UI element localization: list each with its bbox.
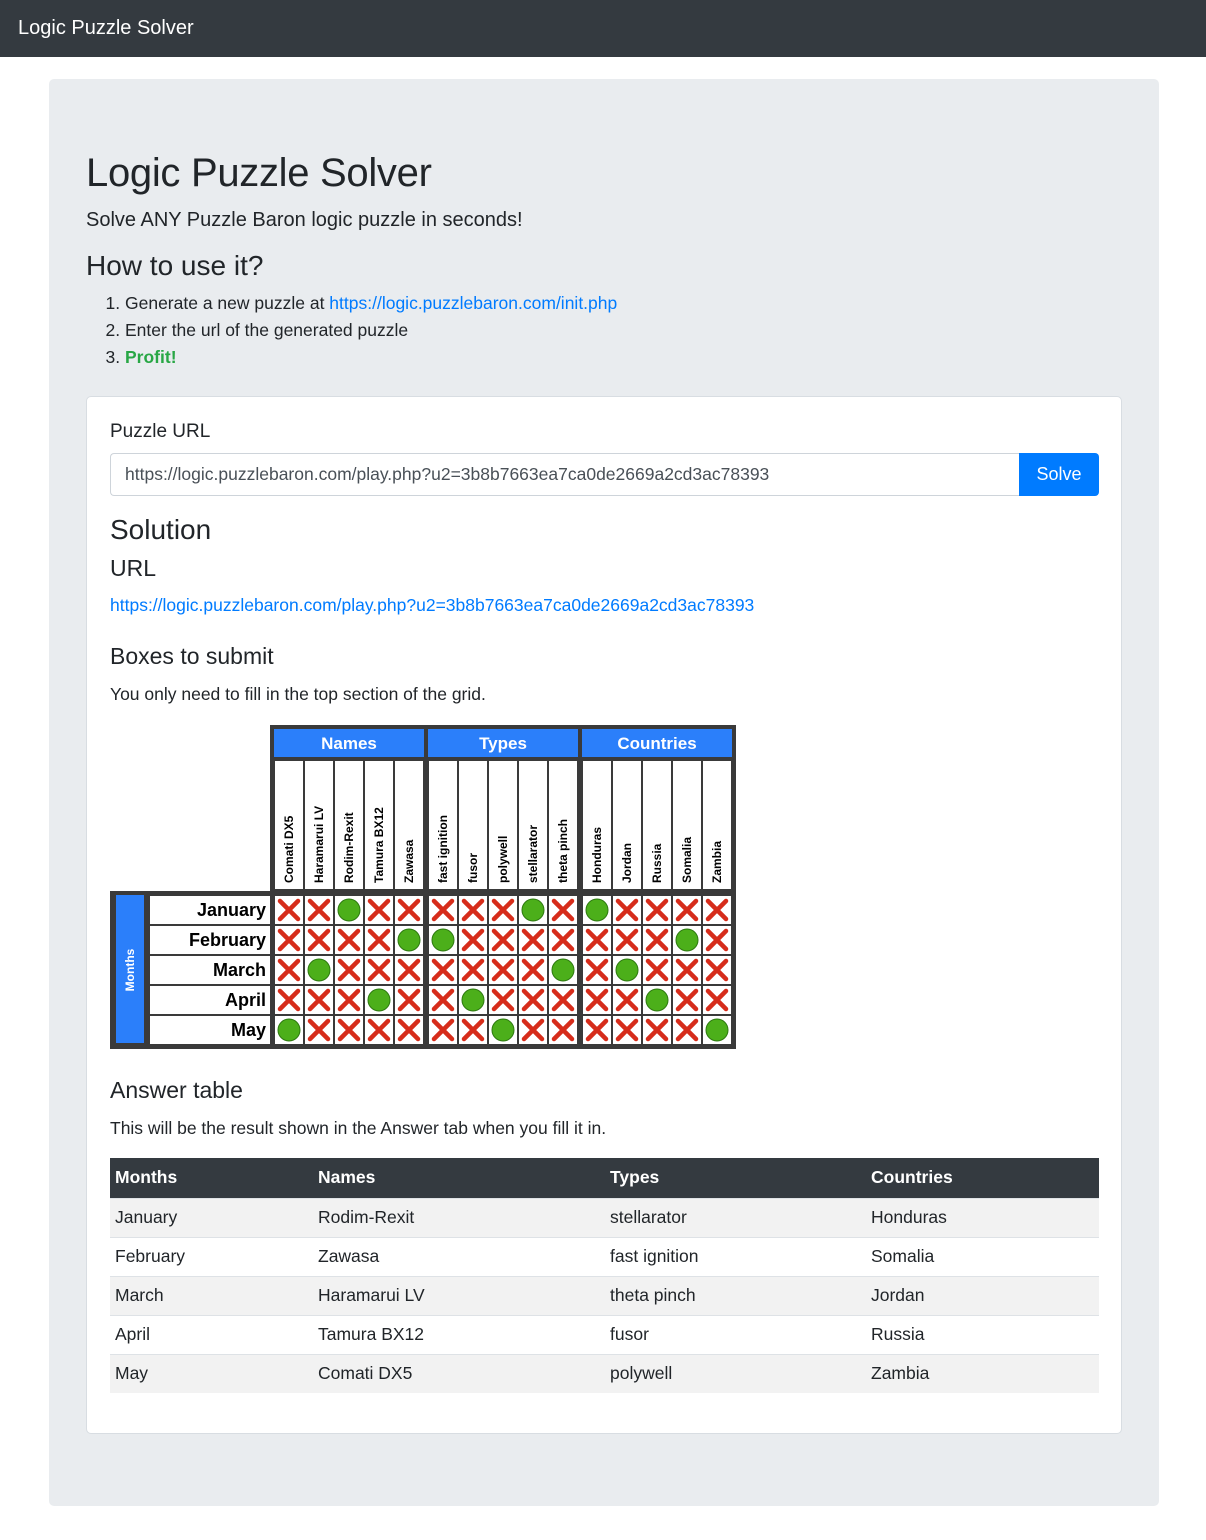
table-cell: polywell xyxy=(605,1353,866,1393)
jumbotron: Logic Puzzle Solver Solve ANY Puzzle Bar… xyxy=(49,79,1159,1506)
match-icon xyxy=(431,928,455,952)
column-header-label: Zawasa xyxy=(402,839,416,883)
col-header-months: Months xyxy=(110,1158,313,1198)
steps-list: Generate a new puzzle at https://logic.p… xyxy=(86,290,1122,371)
solution-url-link[interactable]: https://logic.puzzlebaron.com/play.php?u… xyxy=(110,595,754,616)
table-row: May Comati DX5 polywell Zambia xyxy=(110,1353,1099,1393)
table-cell: February xyxy=(110,1236,313,1276)
col-header-countries: Countries xyxy=(866,1158,1099,1198)
column-header-label: theta pinch xyxy=(556,819,570,883)
lead-text: Solve ANY Puzzle Baron logic puzzle in s… xyxy=(86,209,523,231)
answer-header-row: Months Names Types Countries xyxy=(110,1158,1099,1198)
solve-button[interactable]: Solve xyxy=(1019,453,1099,496)
step-2: Enter the url of the generated puzzle xyxy=(125,317,1122,344)
row-header-label: May xyxy=(231,1020,266,1040)
navbar-brand[interactable]: Logic Puzzle Solver xyxy=(18,17,194,40)
table-cell: Russia xyxy=(866,1314,1099,1354)
table-cell: Honduras xyxy=(866,1197,1099,1237)
column-header-label: Haramarui LV xyxy=(312,806,326,883)
solution-heading: Solution xyxy=(110,514,212,545)
column-header-label: Somalia xyxy=(680,837,694,883)
url-heading: URL xyxy=(110,555,157,581)
page-title: Logic Puzzle Solver xyxy=(86,151,432,195)
match-icon xyxy=(551,958,575,982)
puzzle-url-input[interactable] xyxy=(110,453,1019,496)
row-header-label: April xyxy=(225,990,266,1010)
table-cell: March xyxy=(110,1275,313,1315)
column-header-label: Rodim-Rexit xyxy=(342,812,356,883)
table-cell: fusor xyxy=(605,1314,866,1354)
step-3: Profit! xyxy=(125,344,1122,371)
logic-grid: Names Comati DX5 Haramarui LV Rodim-Rexit Ta… xyxy=(110,725,736,1049)
table-cell: Somalia xyxy=(866,1236,1099,1276)
match-icon xyxy=(307,958,331,982)
col-header-names: Names xyxy=(313,1158,605,1198)
table-cell: theta pinch xyxy=(605,1275,866,1315)
column-header-label: Russia xyxy=(650,843,664,883)
match-icon xyxy=(675,928,699,952)
match-icon xyxy=(645,988,669,1012)
table-cell: fast ignition xyxy=(605,1236,866,1276)
match-icon xyxy=(461,988,485,1012)
col-header-types: Types xyxy=(605,1158,866,1198)
table-cell: April xyxy=(110,1314,313,1354)
table-row: January Rodim-Rexit stellarator Honduras xyxy=(110,1197,1099,1237)
column-header-label: Honduras xyxy=(590,827,604,883)
profit-text: Profit! xyxy=(125,347,177,367)
match-icon xyxy=(615,958,639,982)
row-header-label: January xyxy=(197,900,266,920)
boxes-heading: Boxes to submit xyxy=(110,643,274,669)
solver-card: Puzzle URL Solve Solution URL https://lo… xyxy=(86,396,1122,1434)
match-icon xyxy=(521,898,545,922)
column-header-label: Tamura BX12 xyxy=(372,807,386,883)
init-link[interactable]: https://logic.puzzlebaron.com/init.php xyxy=(329,293,617,313)
table-cell: January xyxy=(110,1197,313,1237)
url-input-group: Solve xyxy=(110,453,1099,496)
column-header-label: Zambia xyxy=(710,841,724,883)
answer-heading: Answer table xyxy=(110,1077,243,1103)
table-cell: Rodim-Rexit xyxy=(313,1197,605,1237)
table-row: March Haramarui LV theta pinch Jordan xyxy=(110,1275,1099,1315)
table-row: February Zawasa fast ignition Somalia xyxy=(110,1236,1099,1276)
table-cell: Zawasa xyxy=(313,1236,605,1276)
boxes-note: You only need to fill in the top section… xyxy=(110,684,486,704)
column-header-label: stellarator xyxy=(526,825,540,883)
howto-heading: How to use it? xyxy=(86,250,264,281)
answer-table: Months Names Types Countries January Rod… xyxy=(110,1158,1099,1393)
table-cell: May xyxy=(110,1353,313,1393)
match-icon xyxy=(277,1018,301,1042)
column-header-label: Jordan xyxy=(620,843,634,883)
column-header-label: polywell xyxy=(496,836,510,883)
match-icon xyxy=(397,928,421,952)
column-header-label: Comati DX5 xyxy=(282,815,296,883)
match-icon xyxy=(337,898,361,922)
step-1-text: Generate a new puzzle at xyxy=(125,293,330,313)
table-cell: Tamura BX12 xyxy=(313,1314,605,1354)
match-icon xyxy=(367,988,391,1012)
column-header-label: fusor xyxy=(466,853,480,883)
column-header-label: fast ignition xyxy=(436,815,450,883)
match-icon xyxy=(491,1018,515,1042)
table-cell: Jordan xyxy=(866,1275,1099,1315)
row-group-label: Months xyxy=(123,948,137,991)
group-header-label: Names xyxy=(321,734,377,753)
answer-note: This will be the result shown in the Ans… xyxy=(110,1118,607,1138)
match-icon xyxy=(585,898,609,922)
row-header-label: March xyxy=(213,960,266,980)
navbar: Logic Puzzle Solver xyxy=(0,0,1206,57)
table-cell: Zambia xyxy=(866,1353,1099,1393)
row-header-label: February xyxy=(189,930,266,950)
table-cell: Comati DX5 xyxy=(313,1353,605,1393)
table-cell: stellarator xyxy=(605,1197,866,1237)
group-header-label: Countries xyxy=(617,734,696,753)
group-header-label: Types xyxy=(479,734,527,753)
puzzle-url-label: Puzzle URL xyxy=(110,421,211,442)
step-1: Generate a new puzzle at https://logic.p… xyxy=(125,290,1122,317)
table-cell: Haramarui LV xyxy=(313,1275,605,1315)
match-icon xyxy=(705,1018,729,1042)
table-row: April Tamura BX12 fusor Russia xyxy=(110,1314,1099,1354)
